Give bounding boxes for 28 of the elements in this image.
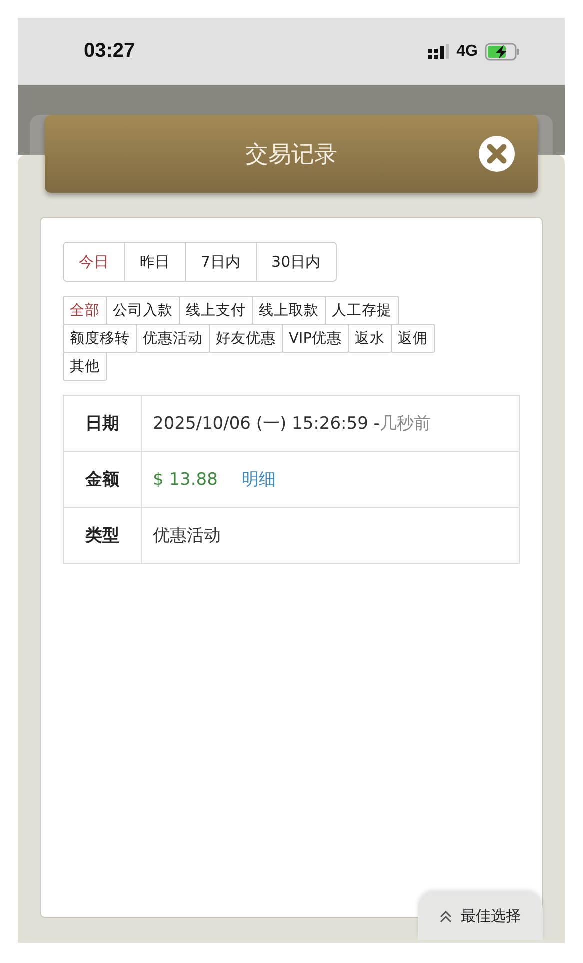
filter-tab[interactable]: VIP优惠 (282, 324, 349, 353)
filter-tab[interactable]: 其他 (63, 352, 107, 381)
filter-tab[interactable]: 线上取款 (252, 296, 326, 325)
network-label: 4G (456, 42, 478, 60)
filter-tab[interactable]: 公司入款 (106, 296, 180, 325)
filter-tab[interactable]: 返佣 (390, 324, 435, 353)
details-link[interactable]: 明细 (242, 470, 276, 490)
signal-icon (428, 44, 450, 60)
table-cell: 类型 (64, 508, 142, 564)
filter-tab[interactable]: 好友优惠 (209, 324, 283, 353)
table-cell: 优惠活动 (142, 508, 520, 564)
status-time: 03:27 (84, 40, 136, 63)
bottom-tab[interactable]: 最佳选择 (418, 893, 543, 940)
amount-text: $ 13.88 (153, 470, 218, 490)
filter-tab[interactable]: 线上支付 (179, 296, 253, 325)
table-cell: 日期 (64, 396, 142, 452)
close-icon[interactable] (478, 135, 516, 173)
battery-charging-icon (485, 42, 521, 60)
filter-tab[interactable]: 返水 (348, 324, 392, 353)
dialog-title: 交易记录 (246, 140, 338, 170)
table-cell: 金额 (64, 452, 142, 508)
double-chevron-up-icon (440, 910, 452, 922)
filter-tab[interactable]: 优惠活动 (136, 324, 210, 353)
filter-tab[interactable]: 全部 (63, 296, 107, 325)
filter-tab[interactable]: 人工存提 (325, 296, 399, 325)
date-tab[interactable]: 30日内 (256, 243, 336, 281)
filter-tab[interactable]: 额度移转 (63, 324, 137, 353)
table-cell: 2025/10/06 (一) 15:26:59 -几秒前 (142, 396, 520, 452)
